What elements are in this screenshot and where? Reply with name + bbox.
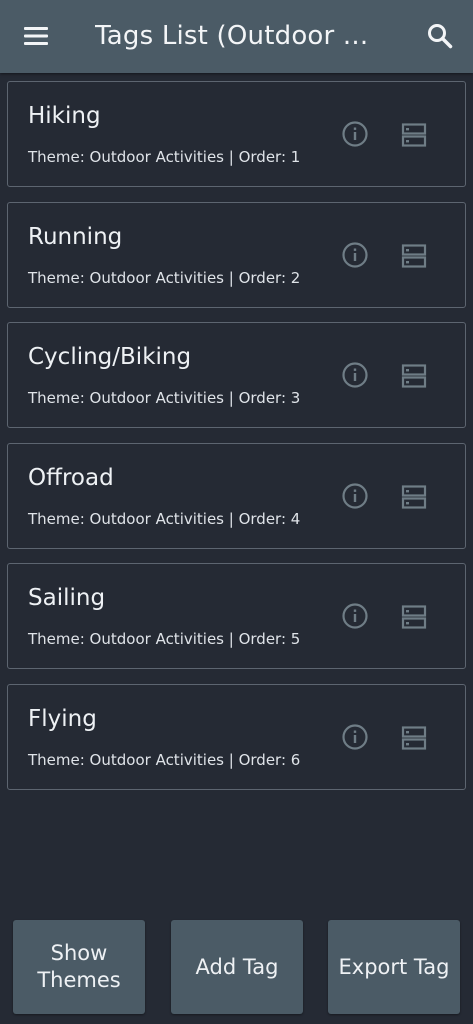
info-button[interactable] bbox=[339, 239, 371, 271]
storage-icon bbox=[401, 605, 427, 629]
storage-icon bbox=[401, 725, 427, 750]
tag-list: Hiking Theme: Outdoor Activities | Order… bbox=[7, 81, 466, 804]
tag-meta: Theme: Outdoor Activities | Order: 3 bbox=[28, 389, 301, 407]
search-button[interactable] bbox=[418, 16, 462, 56]
export-tag-button[interactable]: Export Tag bbox=[328, 920, 460, 1014]
storage-button[interactable] bbox=[398, 360, 430, 392]
tag-name: Flying bbox=[28, 705, 97, 732]
info-button[interactable] bbox=[339, 118, 371, 150]
info-icon bbox=[342, 482, 368, 509]
tag-card-offroad[interactable]: Offroad Theme: Outdoor Activities | Orde… bbox=[7, 442, 466, 549]
page-title: Tags List (Outdoor ... bbox=[95, 21, 369, 51]
add-tag-label: Add Tag bbox=[195, 954, 279, 979]
info-icon bbox=[342, 241, 368, 268]
search-icon bbox=[428, 24, 453, 49]
info-button[interactable] bbox=[339, 480, 371, 512]
storage-icon bbox=[401, 123, 427, 147]
storage-button[interactable] bbox=[398, 601, 430, 633]
tag-meta: Theme: Outdoor Activities | Order: 4 bbox=[28, 509, 301, 528]
hamburger-menu-icon bbox=[24, 27, 48, 45]
show-themes-label: Show Themes bbox=[37, 941, 121, 992]
tag-card-flying[interactable]: Flying Theme: Outdoor Activities | Order… bbox=[7, 683, 466, 790]
tag-name: Hiking bbox=[28, 103, 101, 129]
tag-name: Offroad bbox=[28, 464, 114, 491]
storage-button[interactable] bbox=[398, 119, 430, 151]
tag-card-running[interactable]: Running Theme: Outdoor Activities | Orde… bbox=[7, 201, 466, 308]
info-icon bbox=[342, 723, 368, 750]
menu-button[interactable] bbox=[14, 16, 58, 56]
show-themes-button[interactable]: Show Themes bbox=[13, 920, 145, 1014]
app-bar: Tags List (Outdoor ... bbox=[0, 0, 473, 73]
tag-card-cycling[interactable]: Cycling/Biking Theme: Outdoor Activities… bbox=[7, 322, 466, 428]
tag-meta: Theme: Outdoor Activities | Order: 1 bbox=[28, 148, 301, 166]
info-button[interactable] bbox=[339, 359, 371, 391]
tag-meta: Theme: Outdoor Activities | Order: 2 bbox=[28, 268, 301, 287]
info-button[interactable] bbox=[339, 721, 371, 753]
info-icon bbox=[342, 603, 368, 629]
bottom-action-bar: Show Themes Add Tag Export Tag bbox=[0, 920, 473, 1015]
info-icon bbox=[342, 362, 368, 388]
tag-meta: Theme: Outdoor Activities | Order: 6 bbox=[28, 750, 301, 769]
tag-name: Sailing bbox=[28, 585, 106, 611]
storage-icon bbox=[401, 243, 427, 268]
tag-name: Cycling/Biking bbox=[28, 344, 192, 370]
storage-icon bbox=[401, 484, 427, 509]
add-tag-button[interactable]: Add Tag bbox=[171, 920, 303, 1014]
storage-icon bbox=[401, 364, 427, 388]
tag-card-hiking[interactable]: Hiking Theme: Outdoor Activities | Order… bbox=[7, 81, 466, 187]
storage-button[interactable] bbox=[398, 240, 430, 272]
info-icon bbox=[342, 121, 368, 147]
export-tag-label: Export Tag bbox=[338, 954, 450, 979]
app-screen: Tags List (Outdoor ... Hiking Theme: Out… bbox=[0, 0, 473, 1024]
storage-button[interactable] bbox=[398, 722, 430, 754]
info-button[interactable] bbox=[339, 600, 371, 632]
tag-meta: Theme: Outdoor Activities | Order: 5 bbox=[28, 630, 301, 648]
tag-card-sailing[interactable]: Sailing Theme: Outdoor Activities | Orde… bbox=[7, 563, 466, 669]
tag-name: Running bbox=[28, 223, 123, 250]
storage-button[interactable] bbox=[398, 481, 430, 513]
